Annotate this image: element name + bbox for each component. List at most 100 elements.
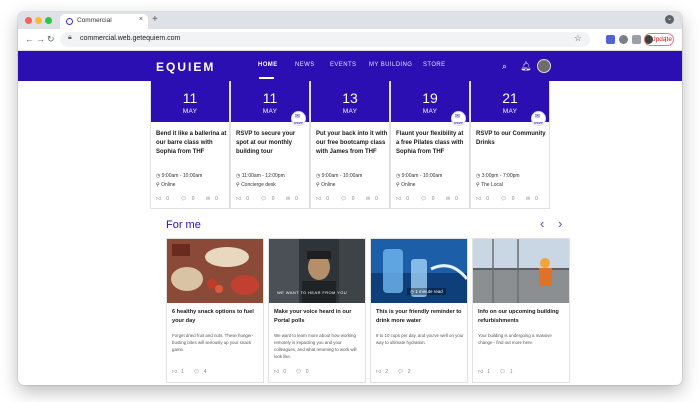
- like-stat[interactable]: 👍︎ 0: [236, 196, 254, 202]
- new-tab-button[interactable]: +: [152, 14, 158, 25]
- comment-stat[interactable]: 💬︎ 0: [180, 196, 199, 202]
- rsvp-badge[interactable]: ✉ RSVP: [291, 111, 306, 126]
- event-date-banner: 13 MAY: [311, 81, 389, 122]
- event-title: Put your back into it with our free boot…: [316, 131, 388, 155]
- comment-count: 0: [271, 196, 275, 202]
- extension-icon[interactable]: [619, 35, 628, 44]
- address-bar[interactable]: 🔒︎ commercial.web.getequiem.com ☆: [60, 32, 590, 47]
- user-avatar[interactable]: [537, 59, 551, 73]
- like-count: 1: [487, 369, 491, 375]
- bell-icon[interactable]: 🔔︎: [520, 61, 531, 72]
- thumbs-up-icon: 👍︎: [316, 196, 322, 202]
- article-stats: 👍︎ 1 💬︎ 4: [172, 369, 215, 375]
- carousel-prev-button[interactable]: ‹: [540, 216, 544, 231]
- event-card[interactable]: 19 MAY ✉ RSVP Flaunt your flexibility at …: [390, 81, 470, 209]
- article-card[interactable]: 6 healthy snack options to fuel your day…: [166, 238, 264, 383]
- comment-stat[interactable]: 💬︎ 0: [340, 196, 359, 202]
- article-image: WE WANT TO HEAR FROM YOU: [269, 239, 365, 303]
- share-stat[interactable]: ✉ 0: [526, 196, 543, 202]
- nav-home[interactable]: HOME: [258, 62, 278, 68]
- like-stat[interactable]: 👍︎ 1: [478, 369, 494, 375]
- like-stat[interactable]: 👍︎ 1: [172, 369, 188, 375]
- event-location-text: Online: [321, 182, 336, 188]
- nav-store[interactable]: STORE: [423, 62, 446, 68]
- like-stat[interactable]: 👍︎ 0: [476, 196, 494, 202]
- event-day: 11: [182, 90, 198, 106]
- like-count: 0: [406, 196, 410, 202]
- event-time: ◷ 9:00am - 10:00am: [396, 173, 442, 179]
- extension-icon[interactable]: [606, 35, 615, 44]
- event-day: 11: [262, 90, 278, 106]
- comment-icon: 💬︎: [397, 369, 404, 375]
- envelope-icon: ✉: [295, 114, 301, 120]
- puzzle-icon[interactable]: [632, 35, 641, 44]
- read-time-badge: ◷ 1 minute read: [407, 288, 446, 295]
- like-stat[interactable]: 👍︎ 0: [316, 196, 334, 202]
- comment-stat[interactable]: 💬︎ 2: [397, 369, 414, 375]
- search-icon[interactable]: ⌕: [502, 61, 507, 72]
- share-stat[interactable]: ✉ 0: [286, 196, 303, 202]
- rsvp-badge[interactable]: ✉ RSVP: [451, 111, 466, 126]
- share-count: 0: [215, 196, 218, 202]
- nav-news[interactable]: NEWS: [295, 62, 315, 68]
- like-count: 2: [385, 369, 389, 375]
- share-stat[interactable]: ✉ 0: [366, 196, 383, 202]
- comment-stat[interactable]: 💬︎ 0: [260, 196, 279, 202]
- like-stat[interactable]: 👍︎ 0: [396, 196, 414, 202]
- article-image: ◷ 1 minute read: [371, 239, 467, 303]
- menu-dots-icon: ⋮: [662, 36, 670, 43]
- tab-close-button[interactable]: ×: [139, 16, 143, 23]
- comment-count: 1: [509, 369, 513, 375]
- forward-arrow-icon[interactable]: →: [36, 34, 45, 44]
- share-stat[interactable]: ✉ 0: [446, 196, 463, 202]
- comment-stat[interactable]: 💬︎ 4: [193, 369, 210, 375]
- share-stat[interactable]: ✉ 0: [206, 196, 223, 202]
- rsvp-badge[interactable]: ✉ RSVP: [531, 111, 546, 126]
- reload-icon[interactable]: ↻: [47, 34, 55, 45]
- article-stats: 👍︎ 2 💬︎ 2: [376, 369, 419, 375]
- comment-icon: 💬︎: [180, 196, 187, 202]
- event-stats: 👍︎ 0 💬︎ 0 ✉ 0: [236, 196, 308, 202]
- carousel-next-button[interactable]: ›: [558, 216, 562, 231]
- like-stat[interactable]: 👍︎ 0: [274, 369, 290, 375]
- event-time: ◷ 9:00am - 10:00am: [156, 173, 202, 179]
- event-card[interactable]: 11 MAY ✉ RSVP RSVP to secure your spot at…: [230, 81, 310, 209]
- site-header: EQUIEM HOME NEWS EVENTS MY BUILDING STOR…: [18, 51, 682, 81]
- nav-my-building[interactable]: MY BUILDING: [369, 62, 412, 68]
- share-count: 0: [535, 196, 538, 202]
- like-count: 0: [326, 196, 330, 202]
- comment-icon: 💬︎: [499, 369, 506, 375]
- like-stat[interactable]: 👍︎ 0: [156, 196, 174, 202]
- equiem-logo[interactable]: EQUIEM: [156, 60, 215, 74]
- mail-icon: ✉: [205, 196, 211, 202]
- event-card[interactable]: 11 MAY Bend it like a ballerina at our b…: [150, 81, 230, 209]
- back-arrow-icon[interactable]: ←: [25, 34, 34, 44]
- like-count: 0: [283, 369, 287, 375]
- event-time-text: 3:00pm - 7:00pm: [481, 173, 520, 179]
- event-location: ⚲ Concierge desk: [236, 182, 276, 188]
- close-window-button[interactable]: [25, 17, 32, 24]
- minimize-window-button[interactable]: [35, 17, 42, 24]
- event-stats: 👍︎ 0 💬︎ 0 ✉ 0: [156, 196, 228, 202]
- comment-stat[interactable]: 💬︎ 0: [420, 196, 439, 202]
- comment-stat[interactable]: 💬︎ 0: [500, 196, 519, 202]
- thumbs-up-icon: 👍︎: [274, 369, 280, 375]
- article-card[interactable]: Info on our upcoming building refurbishm…: [472, 238, 570, 383]
- like-stat[interactable]: 👍︎ 2: [376, 369, 392, 375]
- tab-search-icon[interactable]: ⌄: [665, 15, 674, 24]
- update-button[interactable]: Update ⋮: [644, 33, 674, 46]
- article-card[interactable]: ◷ 1 minute read This is your friendly re…: [370, 238, 468, 383]
- article-excerpt: Your building is undergoing a massive ch…: [478, 333, 552, 345]
- article-card[interactable]: WE WANT TO HEAR FROM YOU Make your voice…: [268, 238, 366, 383]
- maximize-window-button[interactable]: [45, 17, 52, 24]
- lock-icon: 🔒︎: [68, 34, 72, 41]
- comment-stat[interactable]: 💬︎ 1: [499, 369, 516, 375]
- article-excerpt: 8 to 10 cups per day, and you've well on…: [376, 333, 464, 345]
- equiem-favicon-icon: [66, 18, 73, 25]
- comment-stat[interactable]: 💬︎ 0: [295, 369, 312, 375]
- event-card[interactable]: 21 MAY ✉ RSVP RSVP to our Community Drink…: [470, 81, 550, 209]
- browser-tab[interactable]: Commercial ×: [60, 14, 148, 29]
- event-card[interactable]: 13 MAY Put your back into it with our fr…: [310, 81, 390, 209]
- bookmark-star-icon[interactable]: ☆: [574, 33, 582, 44]
- nav-events[interactable]: EVENTS: [330, 62, 356, 68]
